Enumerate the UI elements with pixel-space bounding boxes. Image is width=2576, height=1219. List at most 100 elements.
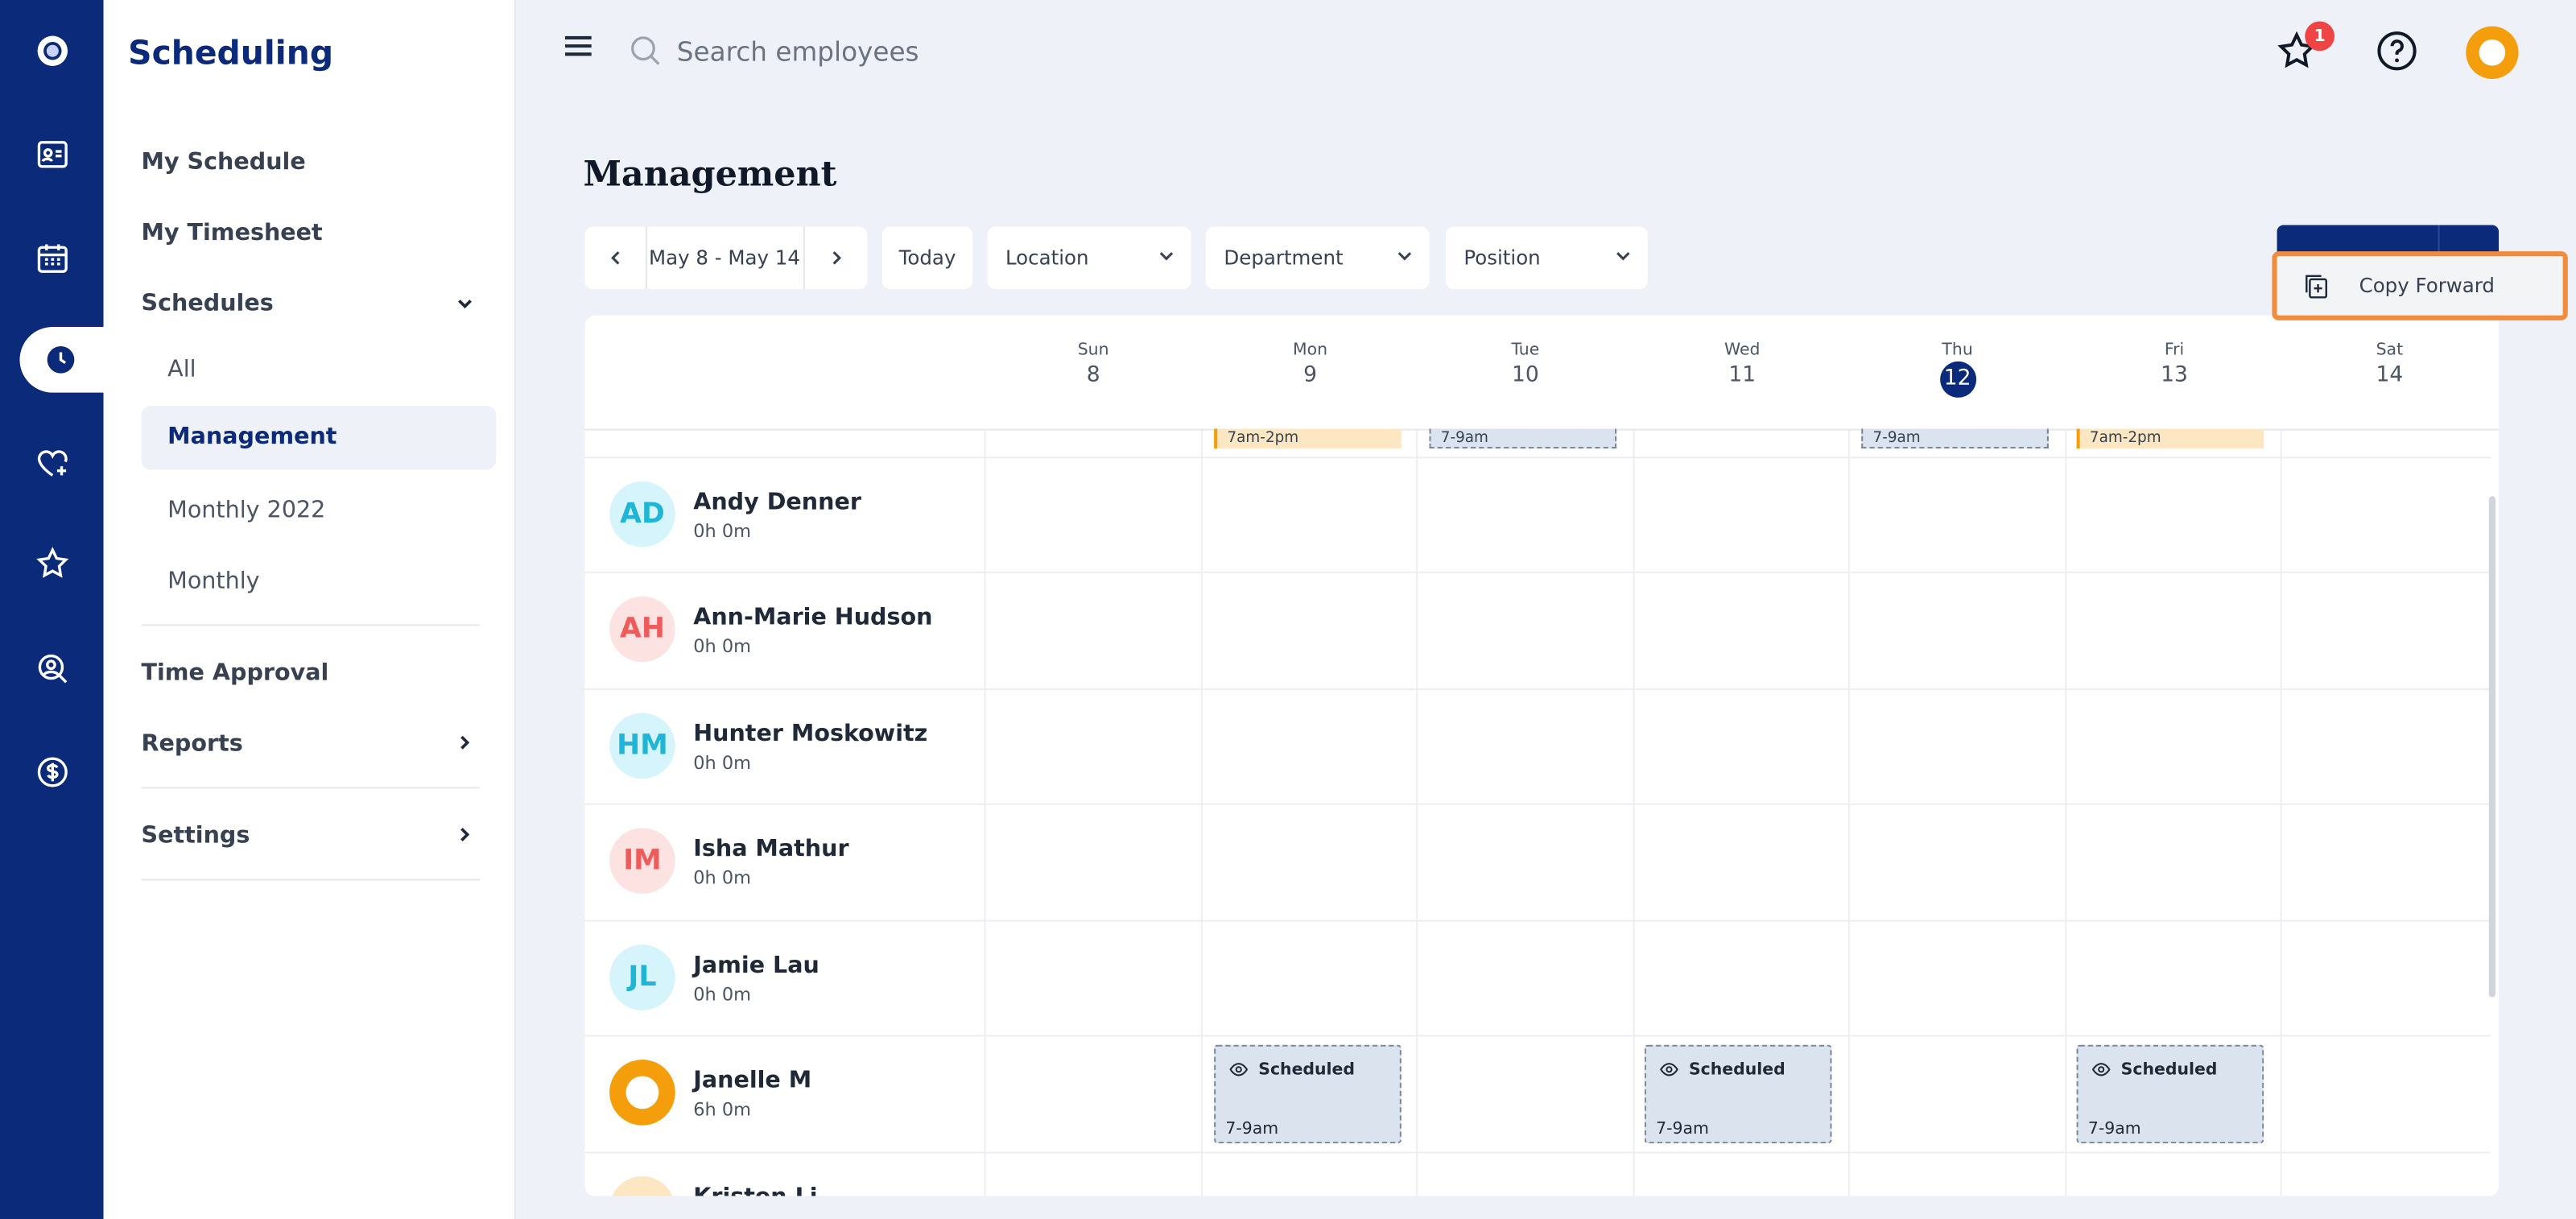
grid-scrollbar[interactable]: [2488, 496, 2496, 998]
user-avatar[interactable]: [2466, 26, 2519, 79]
position-filter-label: Position: [1463, 246, 1541, 270]
avatar: IM: [609, 828, 675, 894]
copy-forward-menu-item[interactable]: Copy Forward: [2287, 262, 2553, 308]
employee-name: Kristen Li: [693, 1184, 817, 1196]
employee-row[interactable]: JL Jamie Lau 0h 0m: [609, 920, 987, 1035]
employee-name: Jamie Lau: [693, 952, 819, 980]
avatar: JL: [609, 944, 675, 1010]
dollar-icon[interactable]: [0, 739, 104, 805]
hamburger-menu-icon[interactable]: [564, 33, 593, 60]
sidebar-item-management[interactable]: Management: [141, 405, 497, 470]
shift-chip-thu[interactable]: 7-9am: [1861, 428, 2049, 449]
shift-time: 7-9am: [2087, 1120, 2141, 1138]
schedule-grid: Sun 8 Mon 9 Tue 10 Wed 11 Thu 12 Fri 13 Sat 14 …: [584, 315, 2500, 1196]
app-rail: [0, 0, 104, 1219]
sidebar-item-label: Management: [167, 424, 337, 451]
app-logo-icon[interactable]: [0, 18, 104, 84]
shift-card-mon[interactable]: Scheduled 7-9am: [1214, 1044, 1402, 1144]
location-filter[interactable]: Location: [987, 226, 1191, 290]
employee-row[interactable]: AD Andy Denner 0h 0m: [609, 457, 987, 572]
sidebar-item-schedules[interactable]: Schedules: [142, 291, 274, 317]
sidebar-item-monthly[interactable]: Monthly: [167, 568, 259, 595]
notification-badge: 1: [2305, 21, 2334, 52]
chevron-down-icon: [1159, 252, 1174, 261]
shift-status: Scheduled: [1688, 1060, 1785, 1079]
copy-forward-label: Copy Forward: [2359, 274, 2495, 298]
today-label: Today: [898, 246, 956, 270]
shift-card-wed[interactable]: Scheduled 7-9am: [1644, 1044, 1832, 1144]
chevron-down-icon: [1616, 252, 1630, 261]
contact-card-icon[interactable]: [0, 122, 104, 188]
sidebar-item-monthly-2022[interactable]: Monthly 2022: [167, 498, 325, 524]
employee-hours: 0h 0m: [693, 520, 752, 543]
shift-chip-tue[interactable]: 7-9am: [1429, 428, 1617, 449]
sidebar-item-all[interactable]: All: [167, 357, 196, 383]
today-button[interactable]: Today: [881, 226, 973, 290]
day-header-sat: Sat 14: [2376, 341, 2404, 388]
day-header-thu: Thu 12: [1850, 341, 2065, 398]
add-shift-dropdown-menu: Copy Forward: [2272, 251, 2568, 320]
person-search-icon[interactable]: [0, 636, 104, 702]
clock-icon[interactable]: [8, 327, 112, 393]
help-icon[interactable]: [2376, 30, 2418, 72]
avatar: AH: [609, 596, 675, 663]
employee-hours: 0h 0m: [693, 867, 752, 889]
chevron-right-icon: [832, 251, 840, 265]
sidebar-item-time-approval[interactable]: Time Approval: [142, 660, 329, 687]
shift-status: Scheduled: [2120, 1060, 2218, 1079]
star-icon[interactable]: [0, 531, 104, 597]
employee-name: Ann-Marie Hudson: [693, 604, 933, 631]
position-filter[interactable]: Position: [1445, 226, 1648, 290]
date-navigator: May 8 - May 14: [584, 226, 868, 290]
sidebar-item-my-schedule[interactable]: My Schedule: [142, 150, 306, 176]
avatar: HM: [609, 713, 675, 779]
shift-chip-fri[interactable]: 7am-2pm: [2076, 428, 2264, 449]
heart-plus-icon[interactable]: [0, 431, 104, 497]
avatar: AD: [609, 481, 675, 548]
shift-card-fri[interactable]: Scheduled 7-9am: [2076, 1044, 2264, 1144]
today-date-marker: 12: [1939, 361, 1976, 398]
sidebar-item-my-timesheet[interactable]: My Timesheet: [142, 220, 323, 246]
shift-time: 7-9am: [1656, 1120, 1709, 1138]
eye-icon: [2091, 1063, 2111, 1076]
sidebar-divider: [141, 878, 480, 881]
employee-row[interactable]: Kristen Li: [609, 1151, 987, 1196]
employee-hours: 6h 0m: [693, 1099, 752, 1121]
employee-hours: 0h 0m: [693, 752, 752, 775]
shift-status: Scheduled: [1258, 1060, 1356, 1079]
sidebar-item-settings[interactable]: Settings: [142, 823, 250, 849]
shift-time: 7-9am: [1225, 1120, 1279, 1138]
day-header-mon: Mon 9: [1293, 341, 1328, 388]
employee-name: Hunter Moskowitz: [693, 721, 928, 748]
next-week-button[interactable]: [803, 227, 868, 290]
employee-hours: 0h 0m: [693, 635, 752, 658]
employee-name: Isha Mathur: [693, 836, 849, 863]
eye-icon: [1229, 1063, 1249, 1076]
department-filter[interactable]: Department: [1205, 226, 1430, 290]
search-input[interactable]: [676, 29, 1269, 72]
chevron-left-icon: [610, 251, 619, 265]
sidebar: Scheduling My Schedule My Timesheet Sche…: [103, 0, 516, 1219]
shift-chip-mon[interactable]: 7am-2pm: [1214, 428, 1402, 449]
employee-name: Andy Denner: [693, 490, 861, 516]
department-filter-label: Department: [1224, 246, 1344, 270]
sidebar-divider: [141, 624, 480, 626]
employee-row[interactable]: IM Isha Mathur 0h 0m: [609, 804, 987, 919]
employee-hours: 0h 0m: [693, 984, 752, 1006]
calendar-icon[interactable]: [0, 225, 104, 291]
prev-week-button[interactable]: [585, 227, 646, 290]
day-header-fri: Fri 13: [2161, 341, 2188, 388]
search-icon: [631, 36, 660, 65]
employee-row[interactable]: HM Hunter Moskowitz 0h 0m: [609, 688, 987, 804]
sidebar-title: Scheduling: [128, 32, 334, 72]
employee-row[interactable]: Janelle M 6h 0m: [609, 1035, 987, 1150]
day-header-sun: Sun 8: [1077, 341, 1109, 388]
chevron-down-icon[interactable]: [456, 295, 473, 312]
chevron-right-icon[interactable]: [456, 734, 473, 750]
chevron-right-icon[interactable]: [456, 826, 473, 842]
avatar: [609, 1060, 675, 1126]
sidebar-item-reports[interactable]: Reports: [142, 731, 243, 758]
day-header-wed: Wed 11: [1724, 341, 1761, 388]
date-range-label[interactable]: May 8 - May 14: [646, 227, 803, 290]
employee-row[interactable]: AH Ann-Marie Hudson 0h 0m: [609, 572, 987, 687]
